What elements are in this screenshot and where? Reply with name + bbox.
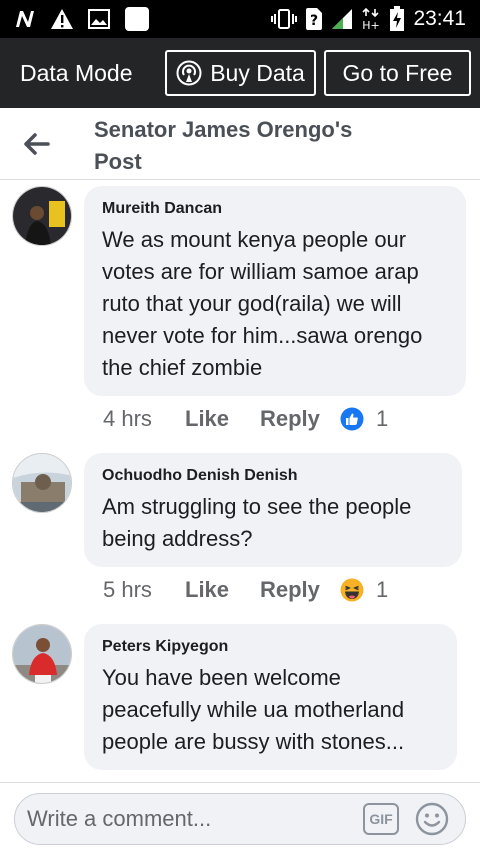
buy-data-button[interactable]: Buy Data: [165, 50, 316, 96]
hplus-icon: H+: [361, 7, 381, 31]
n-icon: [14, 9, 36, 29]
comment-text: We as mount kenya people our votes are f…: [102, 227, 423, 380]
status-time: 23:41: [413, 7, 466, 30]
avatar[interactable]: [12, 186, 72, 246]
reaction-count: 1: [376, 406, 389, 431]
like-reaction-icon[interactable]: [340, 407, 364, 431]
comment-time[interactable]: 4 hrs: [103, 406, 185, 432]
battery-charging-icon: [389, 6, 405, 32]
sim-question-icon: ?: [305, 7, 323, 31]
comment-author[interactable]: Peters Kipyegon: [102, 636, 439, 658]
data-mode-label: Data Mode: [20, 59, 133, 86]
comment-actions: 5 hrs Like Reply 1: [103, 575, 388, 605]
buy-data-label: Buy Data: [210, 59, 305, 86]
avatar[interactable]: [12, 624, 72, 684]
haha-reaction-icon[interactable]: [340, 578, 364, 602]
back-button[interactable]: [18, 126, 54, 162]
gif-button[interactable]: GIF: [363, 803, 399, 835]
comment-time[interactable]: 5 hrs: [103, 577, 185, 603]
comment-text: Am struggling to see the people being ad…: [102, 494, 412, 551]
like-button[interactable]: Like: [185, 577, 260, 603]
avatar[interactable]: [12, 453, 72, 513]
like-button[interactable]: Like: [185, 406, 260, 432]
gif-label: GIF: [369, 811, 393, 827]
page-title: Senator James Orengo's Post: [94, 117, 353, 174]
comment-bubble: Mureith Dancan We as mount kenya people …: [84, 186, 466, 396]
reply-button[interactable]: Reply: [260, 406, 340, 432]
image-icon: [88, 9, 110, 29]
comment-input[interactable]: [15, 799, 345, 839]
go-to-free-label: Go to Free: [342, 59, 453, 86]
comment-actions: 4 hrs Like Reply 1: [103, 404, 388, 434]
reply-button[interactable]: Reply: [260, 577, 340, 603]
arrow-left-icon: [22, 132, 50, 156]
comment-text: You have been welcome peacefully while u…: [102, 665, 405, 754]
comment-author[interactable]: Ochuodho Denish Denish: [102, 465, 444, 487]
vibrate-icon: [271, 8, 298, 30]
status-bar: ? H+ 23:41: [0, 0, 480, 38]
square-icon: [124, 6, 150, 32]
signal-icon: [331, 8, 353, 30]
comment-input-box: GIF: [14, 793, 466, 845]
post-header: Senator James Orengo's Post: [0, 108, 480, 180]
comment-composer: GIF: [0, 782, 480, 854]
comment-bubble: Ochuodho Denish Denish Am struggling to …: [84, 453, 462, 567]
go-to-free-button[interactable]: Go to Free: [324, 50, 471, 96]
reaction-count: 1: [376, 577, 389, 602]
comment-author[interactable]: Mureith Dancan: [102, 198, 448, 220]
svg-text:?: ?: [310, 13, 318, 29]
emoji-icon[interactable]: [415, 802, 449, 836]
svg-text:H+: H+: [363, 19, 381, 31]
warning-icon: [50, 8, 74, 30]
data-mode-bar: Data Mode Buy Data Go to Free: [0, 38, 480, 108]
comment-bubble: Peters Kipyegon You have been welcome pe…: [84, 624, 457, 770]
broadcast-icon: [176, 60, 202, 86]
